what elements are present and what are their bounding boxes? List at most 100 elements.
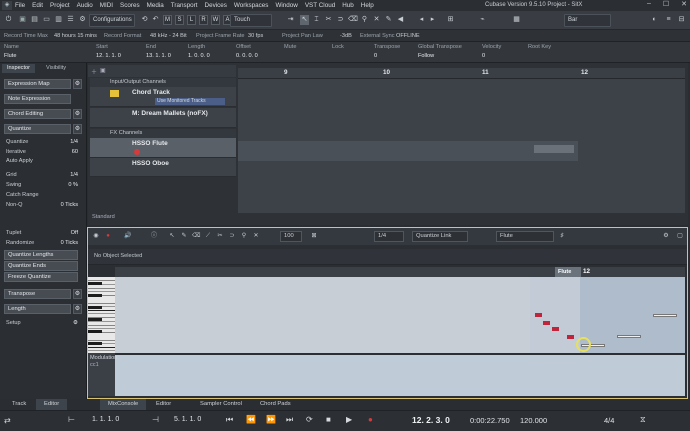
automation-mode-dropdown[interactable]: Touch [230, 14, 272, 27]
configurations-dropdown[interactable]: Configurations [89, 14, 135, 27]
settings-icon[interactable]: ⚙ [78, 15, 87, 25]
trim-icon[interactable]: ⟋ [204, 232, 212, 241]
play-icon[interactable]: ▶ [346, 415, 352, 424]
folder-input-output[interactable]: Input/Output Channels [90, 78, 236, 87]
note-expression-section[interactable]: Note Expression [4, 94, 71, 104]
menu-item-audio[interactable]: Audio [77, 2, 93, 9]
transpose-settings-icon[interactable]: ⚙ [73, 289, 82, 299]
secondary-time-display[interactable]: 0:00:22.750 [470, 416, 510, 425]
erase-tool-icon[interactable]: ⌫ [348, 15, 358, 25]
quantize-row[interactable]: Tuplet Off [6, 229, 78, 237]
controller-lane-label[interactable]: Modulation [90, 355, 117, 361]
event-field-value[interactable]: 0 [374, 53, 377, 59]
play-tool-icon[interactable]: ◀ [396, 15, 405, 25]
bottom-tab-editor[interactable]: Editor [148, 399, 179, 410]
object-select-icon[interactable]: ↖ [168, 232, 176, 241]
midi-note[interactable] [567, 335, 574, 339]
record-in-editor-icon[interactable]: ● [104, 232, 112, 241]
solo-editor-icon[interactable]: ◉ [92, 232, 100, 241]
quantize-row-value[interactable]: 60 [72, 148, 78, 156]
history-icon[interactable]: ⟲ [140, 15, 149, 25]
tab-inspector[interactable]: Inspector [2, 64, 36, 73]
snap-toggle-icon[interactable]: ⊠ [310, 232, 318, 241]
mode-button-l[interactable]: L [187, 15, 196, 25]
quantize-row[interactable]: Auto Apply [6, 157, 78, 165]
rewind-icon[interactable]: ⏪ [246, 415, 256, 424]
editor-maximize-icon[interactable]: ▢ [676, 232, 684, 241]
setup-row[interactable]: Setup ⚙ [6, 319, 78, 327]
editor-settings-icon[interactable]: ⚙ [662, 232, 670, 241]
setup-gear-icon[interactable]: ⚙ [73, 319, 78, 327]
left-locator-value[interactable]: 1. 1. 1. 0 [92, 416, 119, 423]
tab-visibility[interactable]: Visibility [41, 64, 71, 73]
mode-button-s[interactable]: S [175, 15, 184, 25]
lower-zone-icon[interactable]: ▭ [42, 15, 51, 25]
length-section[interactable]: Length [4, 304, 71, 314]
quantize-ends-button[interactable]: Quantize Ends [4, 261, 78, 271]
menu-item-media[interactable]: Media [147, 2, 164, 9]
midi-note[interactable] [535, 313, 542, 317]
quantize-lengths-button[interactable]: Quantize Lengths [4, 250, 78, 260]
metronome-icon[interactable]: ⧖ [640, 415, 646, 425]
midi-track-dream-mallets[interactable]: M: Dream Mallets (noFX) [90, 108, 236, 128]
editor-ruler[interactable]: Flute 12 [115, 267, 685, 277]
arrange-area[interactable] [238, 79, 685, 213]
cycle-icon[interactable]: ⟳ [306, 415, 313, 424]
go-to-end-icon[interactable]: ⏭ [286, 415, 293, 425]
zoom-value[interactable]: 100 [280, 231, 302, 242]
folder-icon[interactable]: ▣ [100, 67, 106, 74]
time-signature-display[interactable]: 4/4 [604, 416, 614, 425]
chord-editing-settings-icon[interactable]: ⚙ [73, 109, 82, 119]
menu-item-scores[interactable]: Scores [120, 2, 140, 9]
zoom-icon[interactable]: ⚲ [240, 232, 248, 241]
quantize-row[interactable]: Randomize 0 Ticks [6, 239, 78, 247]
use-monitored-tracks-button[interactable]: Use Monitored Tracks [155, 98, 225, 105]
bottom-tab-track[interactable]: Track [4, 399, 34, 410]
tempo-display[interactable]: 120.000 [520, 416, 547, 425]
event-field-value[interactable]: Flute [4, 53, 16, 59]
bottom-tab-mixconsole[interactable]: MixConsole [100, 399, 147, 410]
midi-note[interactable] [552, 327, 559, 331]
track-list-icon[interactable]: ≡ [664, 15, 673, 25]
quantize-row-value[interactable]: 0 % [68, 181, 78, 189]
glue-tool-icon[interactable]: ⊃ [336, 15, 345, 25]
mode-button-r[interactable]: R [199, 15, 208, 25]
chord-editing-section[interactable]: Chord Editing [4, 109, 71, 119]
right-locator-value[interactable]: 5. 1. 1. 0 [174, 416, 201, 423]
split-tool-icon[interactable]: ✂ [324, 15, 333, 25]
add-track-icon[interactable]: ＋ [91, 67, 97, 76]
menu-item-file[interactable]: File [15, 2, 25, 9]
event-field-value[interactable]: 0 [482, 53, 485, 59]
track-selector[interactable]: Flute [496, 231, 554, 242]
transpose-icon[interactable]: ♯ [558, 232, 566, 241]
quantize-row[interactable]: Grid 1/4 [6, 171, 78, 179]
event-field-value[interactable]: 13. 1. 1. 0 [146, 53, 171, 59]
quantize-row-value[interactable]: Off [71, 229, 78, 237]
quantize-row-value[interactable]: 1/4 [70, 171, 78, 179]
expression-map-section[interactable]: Expression Map [4, 79, 71, 89]
quantize-row[interactable]: Catch Range [6, 191, 78, 199]
maximize-button[interactable]: ☐ [663, 0, 669, 8]
quantize-row[interactable]: Non-Q 0 Ticks [6, 201, 78, 209]
length-settings-icon[interactable]: ⚙ [73, 304, 82, 314]
quantize-row[interactable]: Quantize 1/4 [6, 138, 78, 146]
nudge-right-icon[interactable]: ▸ [428, 15, 437, 25]
event-field-value[interactable]: 12. 1. 1. 0 [96, 53, 121, 59]
flute-event[interactable] [534, 145, 574, 153]
record-enable-icon[interactable] [134, 149, 140, 155]
grid-dropdown[interactable]: Bar [564, 14, 611, 27]
zoom-presets-icon[interactable]: ⊟ [677, 15, 686, 25]
event-field-value[interactable]: 0. 0. 0. 0 [236, 53, 258, 59]
folder-fx-channels[interactable]: FX Channels [90, 129, 236, 138]
menu-item-vst-cloud[interactable]: VST Cloud [305, 2, 335, 9]
piano-keyboard[interactable] [88, 277, 115, 353]
zoom-tool-icon[interactable]: ⚲ [360, 15, 369, 25]
snap-type-icon[interactable]: ⌁ [478, 15, 487, 25]
acoustic-feedback-icon[interactable]: 🔊 [124, 232, 132, 241]
menu-item-workspaces[interactable]: Workspaces [234, 2, 269, 9]
quantize-row-value[interactable]: 1/4 [70, 138, 78, 146]
menu-item-hub[interactable]: Hub [342, 2, 354, 9]
menu-item-help[interactable]: Help [361, 2, 374, 9]
minimize-button[interactable]: – [647, 0, 651, 8]
expression-map-settings-icon[interactable]: ⚙ [73, 79, 82, 89]
